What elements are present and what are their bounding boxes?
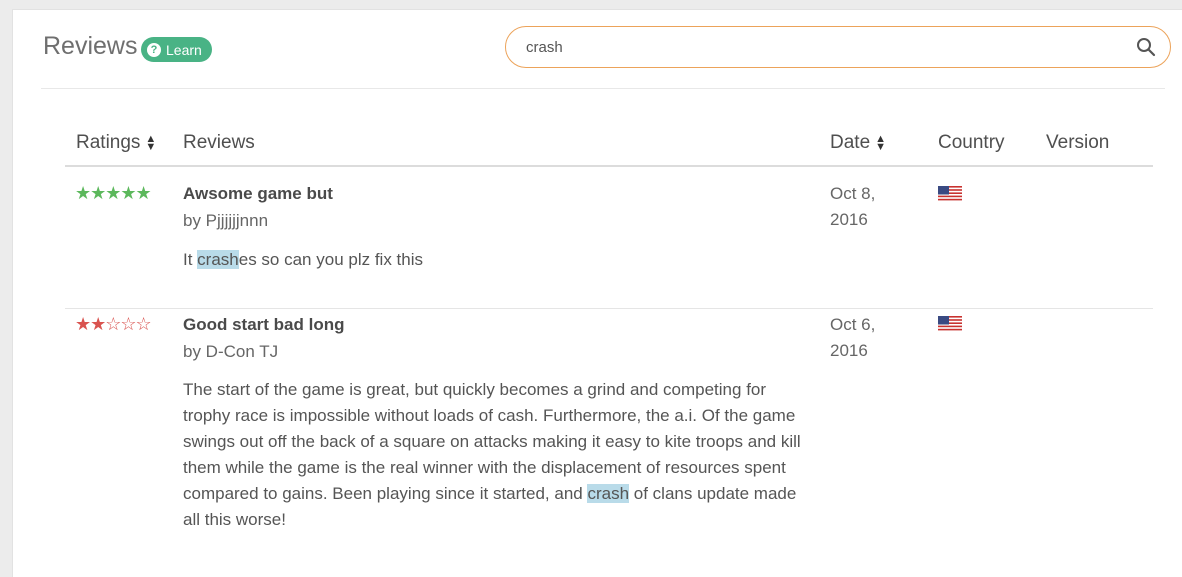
column-reviews-label: Reviews — [183, 132, 255, 153]
star-filled-icon: ★★★★★ — [75, 183, 152, 203]
search-highlight: crash — [587, 484, 630, 503]
sort-icon: ▲ ▼ — [145, 133, 157, 153]
search-icon[interactable] — [1136, 37, 1156, 57]
column-date-label: Date — [830, 132, 871, 153]
star-rating: ★★☆☆☆ — [75, 314, 152, 335]
search-input[interactable] — [524, 37, 1136, 57]
column-date[interactable]: Date ▲ ▼ — [830, 132, 886, 154]
review-author: by D-Con TJ — [183, 342, 279, 361]
us-flag-icon — [938, 316, 962, 332]
column-ratings-label: Ratings — [76, 132, 141, 153]
question-icon: ? — [147, 42, 161, 57]
review-text: es so can you plz fix this — [238, 250, 424, 269]
review-body: It crashes so can you plz fix this — [183, 247, 823, 273]
learn-button[interactable]: ? Learn — [141, 37, 212, 62]
review-body: The start of the game is great, but quic… — [183, 377, 808, 533]
review-title: Awsome game but — [183, 184, 333, 203]
table-header-divider — [65, 165, 1153, 167]
review-date: Oct 8, 2016 — [830, 184, 876, 229]
column-version: Version — [1046, 132, 1109, 154]
review-title: Good start bad long — [183, 315, 345, 334]
search-box — [505, 26, 1171, 68]
star-empty-icon: ☆☆☆ — [105, 314, 151, 334]
search-highlight: crash — [197, 250, 239, 269]
review-date: Oct 6, 2016 — [830, 315, 876, 360]
sort-icon: ▲ ▼ — [875, 133, 887, 153]
star-filled-icon: ★★ — [75, 314, 106, 334]
learn-label: Learn — [166, 41, 202, 58]
reviews-panel: Reviews ? Learn Ratings ▲▼ Reviews Date … — [12, 9, 1182, 577]
page-title: Reviews — [43, 32, 138, 60]
review-text: It — [183, 250, 198, 269]
star-rating: ★★★★★ — [75, 183, 152, 204]
column-reviews: Reviews — [183, 132, 255, 154]
header-divider — [41, 88, 1165, 89]
column-ratings[interactable]: Ratings ▲ ▼ — [76, 132, 156, 154]
row-divider — [65, 308, 1153, 309]
column-version-label: Version — [1046, 132, 1110, 153]
column-country: Country — [938, 132, 1005, 154]
us-flag-icon — [938, 186, 962, 202]
review-author: by Pjjjjjjnnn — [183, 211, 269, 230]
column-country-label: Country — [938, 132, 1005, 153]
